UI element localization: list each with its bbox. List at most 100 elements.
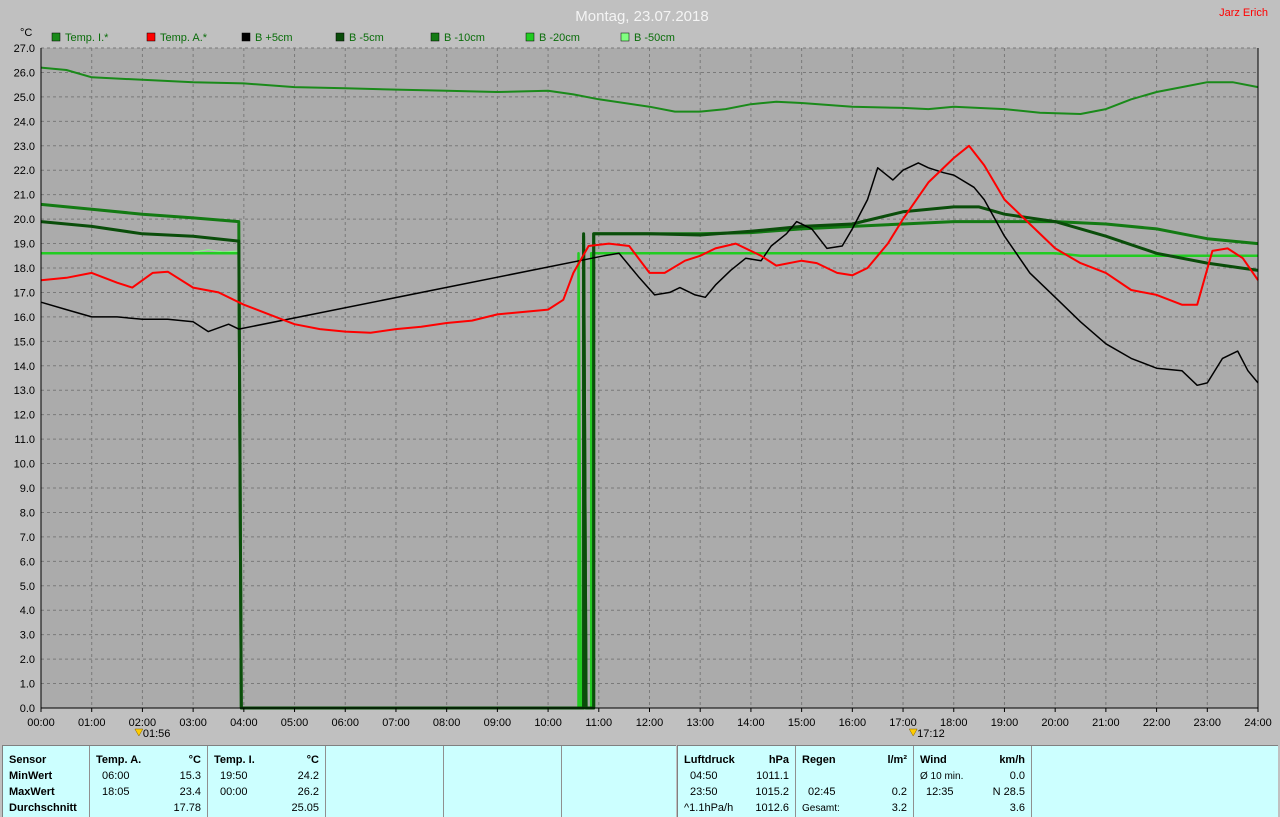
x-tick-label: 16:00: [839, 717, 867, 729]
legend-label: B -50cm: [634, 32, 675, 44]
sun-marker-label: 17:12: [917, 728, 945, 740]
legend-swatch: [51, 32, 61, 42]
rain-row2-val: 0.2: [891, 786, 907, 798]
x-tick-label: 11:00: [585, 717, 612, 729]
y-tick-label: 18.0: [14, 263, 35, 275]
temp-i-unit: °C: [306, 754, 319, 766]
pressure-max-val: 1015.2: [755, 786, 789, 798]
stats-box-weather: Luftdruck hPa 04:50 1011.1 23:50 1015.2 ^1.…: [677, 745, 1278, 817]
legend-label: B +5cm: [255, 32, 293, 44]
stats-col-temp-a: Temp. A. °C 06:00 15.3 18:05 23.4 17.78: [90, 746, 208, 817]
y-tick-label: 4.0: [20, 605, 35, 617]
y-tick-label: 9.0: [20, 483, 35, 495]
pressure-header: Luftdruck: [684, 754, 735, 766]
y-tick-label: 16.0: [14, 312, 35, 324]
y-tick-label: 2.0: [20, 654, 35, 666]
sunset-icon: [908, 728, 918, 737]
x-tick-label: 03:00: [179, 717, 207, 729]
x-tick-label: 19:00: [991, 717, 1019, 729]
y-tick-label: 19.0: [14, 239, 35, 251]
rain-total-val: 3.2: [891, 802, 907, 814]
temp-i-avg-val: 25.05: [291, 802, 319, 814]
y-tick-label: 22.0: [14, 165, 35, 177]
temp-i-min-val: 24.2: [297, 770, 319, 782]
stats-col-empty-2: [444, 746, 562, 817]
stats-avg-label: Durchschnitt: [9, 802, 77, 814]
temp-i-min-time: 19:50: [220, 770, 248, 782]
pressure-trend: ^1.1hPa/h: [684, 802, 734, 814]
sun-markers: 01:56 17:12: [134, 728, 945, 740]
pressure-min-time: 04:50: [690, 770, 718, 782]
x-tick-label: 20:00: [1041, 717, 1069, 729]
y-tick-label: 20.0: [14, 214, 35, 226]
x-tick-label: 05:00: [281, 717, 309, 729]
x-tick-label: 09:00: [484, 717, 512, 729]
x-tick-label: 22:00: [1143, 717, 1171, 729]
legend-label: Temp. I.*: [65, 32, 109, 44]
author-label: Jarz Erich: [1219, 7, 1268, 19]
x-tick-label: 14:00: [737, 717, 765, 729]
y-tick-label: 0.0: [20, 703, 35, 715]
sunrise-icon: [134, 728, 144, 737]
stats-col-rain: Regen l/m² 02:45 0.2 Gesamt: 3.2: [796, 746, 914, 817]
legend-swatch: [430, 32, 440, 42]
stats-col-empty-3: [562, 746, 677, 817]
y-tick-label: 21.0: [14, 190, 35, 202]
temp-a-header: Temp. A.: [96, 754, 142, 766]
x-tick-label: 12:00: [636, 717, 664, 729]
temp-a-unit: °C: [188, 754, 201, 766]
rain-header: Regen: [802, 754, 836, 766]
y-tick-label: 24.0: [14, 116, 35, 128]
pressure-max-time: 23:50: [690, 786, 718, 798]
wind-max-time: 12:35: [926, 786, 954, 798]
pressure-avg-val: 1012.6: [755, 802, 789, 814]
y-tick-label: 5.0: [20, 581, 35, 593]
stats-min-label: MinWert: [9, 770, 53, 782]
temp-a-max-time: 18:05: [102, 786, 130, 798]
temperature-chart: Montag, 23.07.2018 Jarz Erich °C 0.0 1.0 2…: [14, 7, 1272, 740]
x-tick-label: 01:00: [78, 717, 106, 729]
wind-avg-val: 3.6: [1009, 802, 1025, 814]
temp-i-header: Temp. I.: [214, 754, 255, 766]
legend-swatch: [525, 32, 535, 42]
y-unit-label: °C: [20, 27, 32, 39]
wind-avg10-val: 0.0: [1009, 770, 1025, 782]
temp-a-min-val: 15.3: [179, 770, 201, 782]
y-tick-label: 8.0: [20, 507, 35, 519]
x-tick-label: 17:00: [889, 717, 917, 729]
stats-panel: Sensor MinWert MaxWert Durchschnitt Temp…: [0, 742, 1280, 817]
temp-i-max-time: 00:00: [220, 786, 248, 798]
y-tick-label: 6.0: [20, 556, 35, 568]
stats-col-wind: Wind km/h Ø 10 min. 0.0 12:35 N 28.5 3.6: [914, 746, 1032, 817]
temp-a-max-val: 23.4: [179, 786, 201, 798]
stats-max-label: MaxWert: [9, 786, 55, 798]
chart-title: Montag, 23.07.2018: [575, 8, 708, 25]
legend: Temp. I.* Temp. A.* B +5cm B -5cm B -10cm B -…: [51, 32, 675, 44]
y-tick-label: 14.0: [14, 361, 35, 373]
wind-unit: km/h: [999, 754, 1025, 766]
temp-i-max-val: 26.2: [297, 786, 319, 798]
rain-total-label: Gesamt:: [802, 803, 840, 814]
legend-label: B -5cm: [349, 32, 384, 44]
stats-col-sensor: Sensor MinWert MaxWert Durchschnitt: [3, 746, 90, 817]
legend-swatch: [620, 32, 630, 42]
wind-header: Wind: [920, 754, 947, 766]
x-tick-label: 15:00: [788, 717, 816, 729]
legend-swatch: [335, 32, 345, 42]
x-tick-label: 08:00: [433, 717, 461, 729]
rain-row2-time: 02:45: [808, 786, 836, 798]
wind-avg10-label: Ø 10 min.: [920, 771, 964, 782]
y-tick-label: 12.0: [14, 410, 35, 422]
x-tick-label: 04:00: [230, 717, 258, 729]
legend-label: B -10cm: [444, 32, 485, 44]
x-tick-label: 21:00: [1092, 717, 1120, 729]
legend-label: B -20cm: [539, 32, 580, 44]
x-tick-label: 23:00: [1194, 717, 1222, 729]
wind-max-val: N 28.5: [992, 786, 1025, 798]
stats-col-empty-4: [1032, 746, 1279, 817]
pressure-unit: hPa: [768, 754, 789, 766]
stats-col-temp-i: Temp. I. °C 19:50 24.2 00:00 26.2 25.05: [208, 746, 326, 817]
y-tick-label: 13.0: [14, 385, 35, 397]
y-tick-label: 7.0: [20, 532, 35, 544]
y-tick-label: 11.0: [14, 434, 35, 446]
